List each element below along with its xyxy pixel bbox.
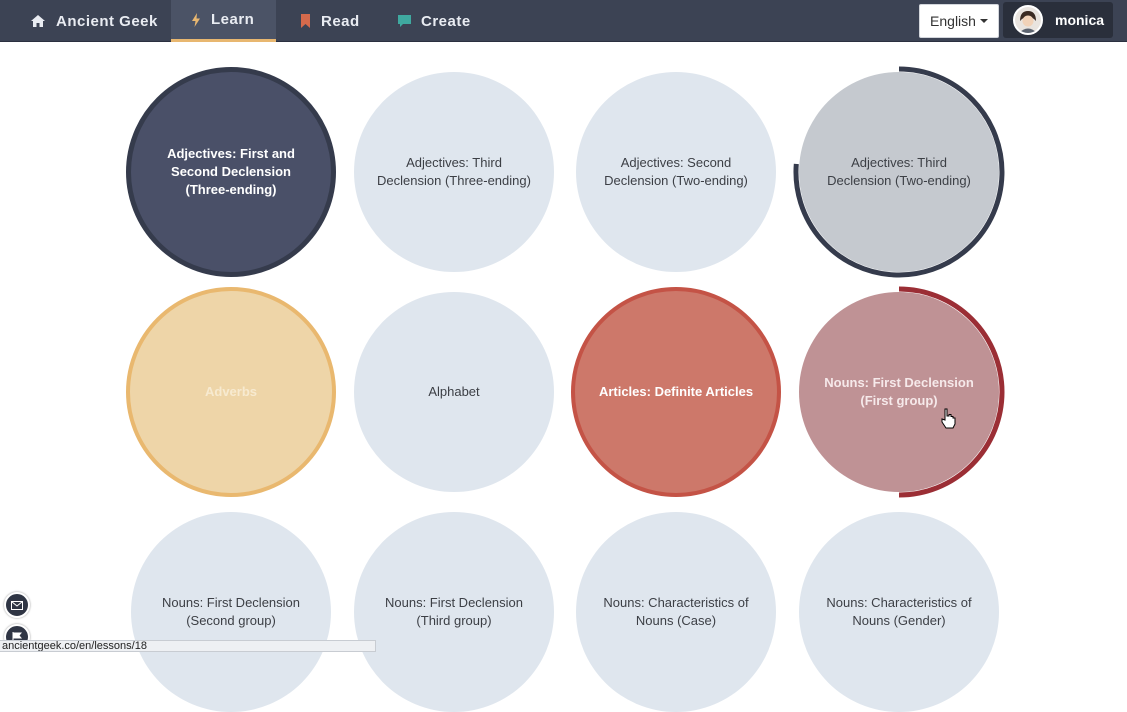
lesson-title: Adverbs [204, 384, 258, 399]
lesson-circle[interactable]: Adjectives: Third Declension (Two-ending… [799, 72, 999, 272]
lesson-title: Adjectives: Third Declension (Three-endi… [377, 155, 531, 188]
user-menu[interactable]: monica [1003, 2, 1113, 38]
language-label: English [930, 13, 976, 29]
lesson-circle[interactable]: Nouns: First Declension (Third group) [354, 512, 554, 712]
brand-label: Ancient Geek [56, 12, 158, 30]
email-button[interactable] [4, 592, 30, 618]
lesson-title: Adjectives: Third Declension (Two-ending… [827, 155, 971, 188]
lesson-title: Adjectives: First and Second Declension … [167, 146, 295, 197]
lesson-circle[interactable]: Adverbs [126, 287, 336, 497]
lesson-circle[interactable]: Nouns: First Declension (Second group) [131, 512, 331, 712]
chevron-down-icon [979, 19, 988, 23]
lesson-circle[interactable]: Articles: Definite Articles [571, 287, 781, 497]
lesson-circle[interactable]: Nouns: Characteristics of Nouns (Gender) [799, 512, 999, 712]
nav-home[interactable]: Ancient Geek [30, 0, 158, 42]
lesson-circle[interactable]: Adjectives: Third Declension (Three-endi… [354, 72, 554, 272]
lesson-circle[interactable]: Adjectives: Second Declension (Two-endin… [576, 72, 776, 272]
language-dropdown[interactable]: English [919, 4, 999, 38]
lesson-title: Nouns: First Declension (First group) [824, 375, 974, 408]
avatar [1013, 5, 1043, 35]
nav-create[interactable]: Create [398, 0, 471, 42]
lesson-circle[interactable]: Nouns: Characteristics of Nouns (Case) [576, 512, 776, 712]
read-label: Read [321, 12, 360, 30]
learn-label: Learn [211, 11, 255, 28]
top-navbar: Ancient Geek Learn Read Create English m… [0, 0, 1127, 42]
lesson-title: Alphabet [428, 384, 480, 399]
home-icon [31, 15, 45, 27]
nav-learn[interactable]: Learn [171, 0, 276, 42]
envelope-icon [11, 600, 23, 610]
comment-icon [398, 14, 411, 27]
user-name: monica [1055, 12, 1105, 28]
lesson-title: Nouns: First Declension (Second group) [162, 595, 300, 628]
status-bar-url: ancientgeek.co/en/lessons/18 [0, 640, 376, 652]
bookmark-icon [301, 14, 310, 28]
lesson-title: Nouns: First Declension (Third group) [385, 595, 523, 628]
create-label: Create [421, 12, 471, 30]
lesson-title: Articles: Definite Articles [598, 384, 754, 399]
lightning-icon [192, 12, 200, 27]
lesson-title: Adjectives: Second Declension (Two-endin… [604, 155, 748, 188]
nav-read[interactable]: Read [300, 0, 360, 42]
lesson-circle[interactable]: Adjectives: First and Second Declension … [126, 67, 336, 277]
lesson-circle[interactable]: Alphabet [354, 292, 554, 492]
lesson-title: Nouns: Characteristics of Nouns (Case) [603, 595, 749, 628]
lesson-circle[interactable]: Nouns: First Declension (First group) [799, 292, 999, 492]
lesson-title: Nouns: Characteristics of Nouns (Gender) [826, 595, 972, 628]
